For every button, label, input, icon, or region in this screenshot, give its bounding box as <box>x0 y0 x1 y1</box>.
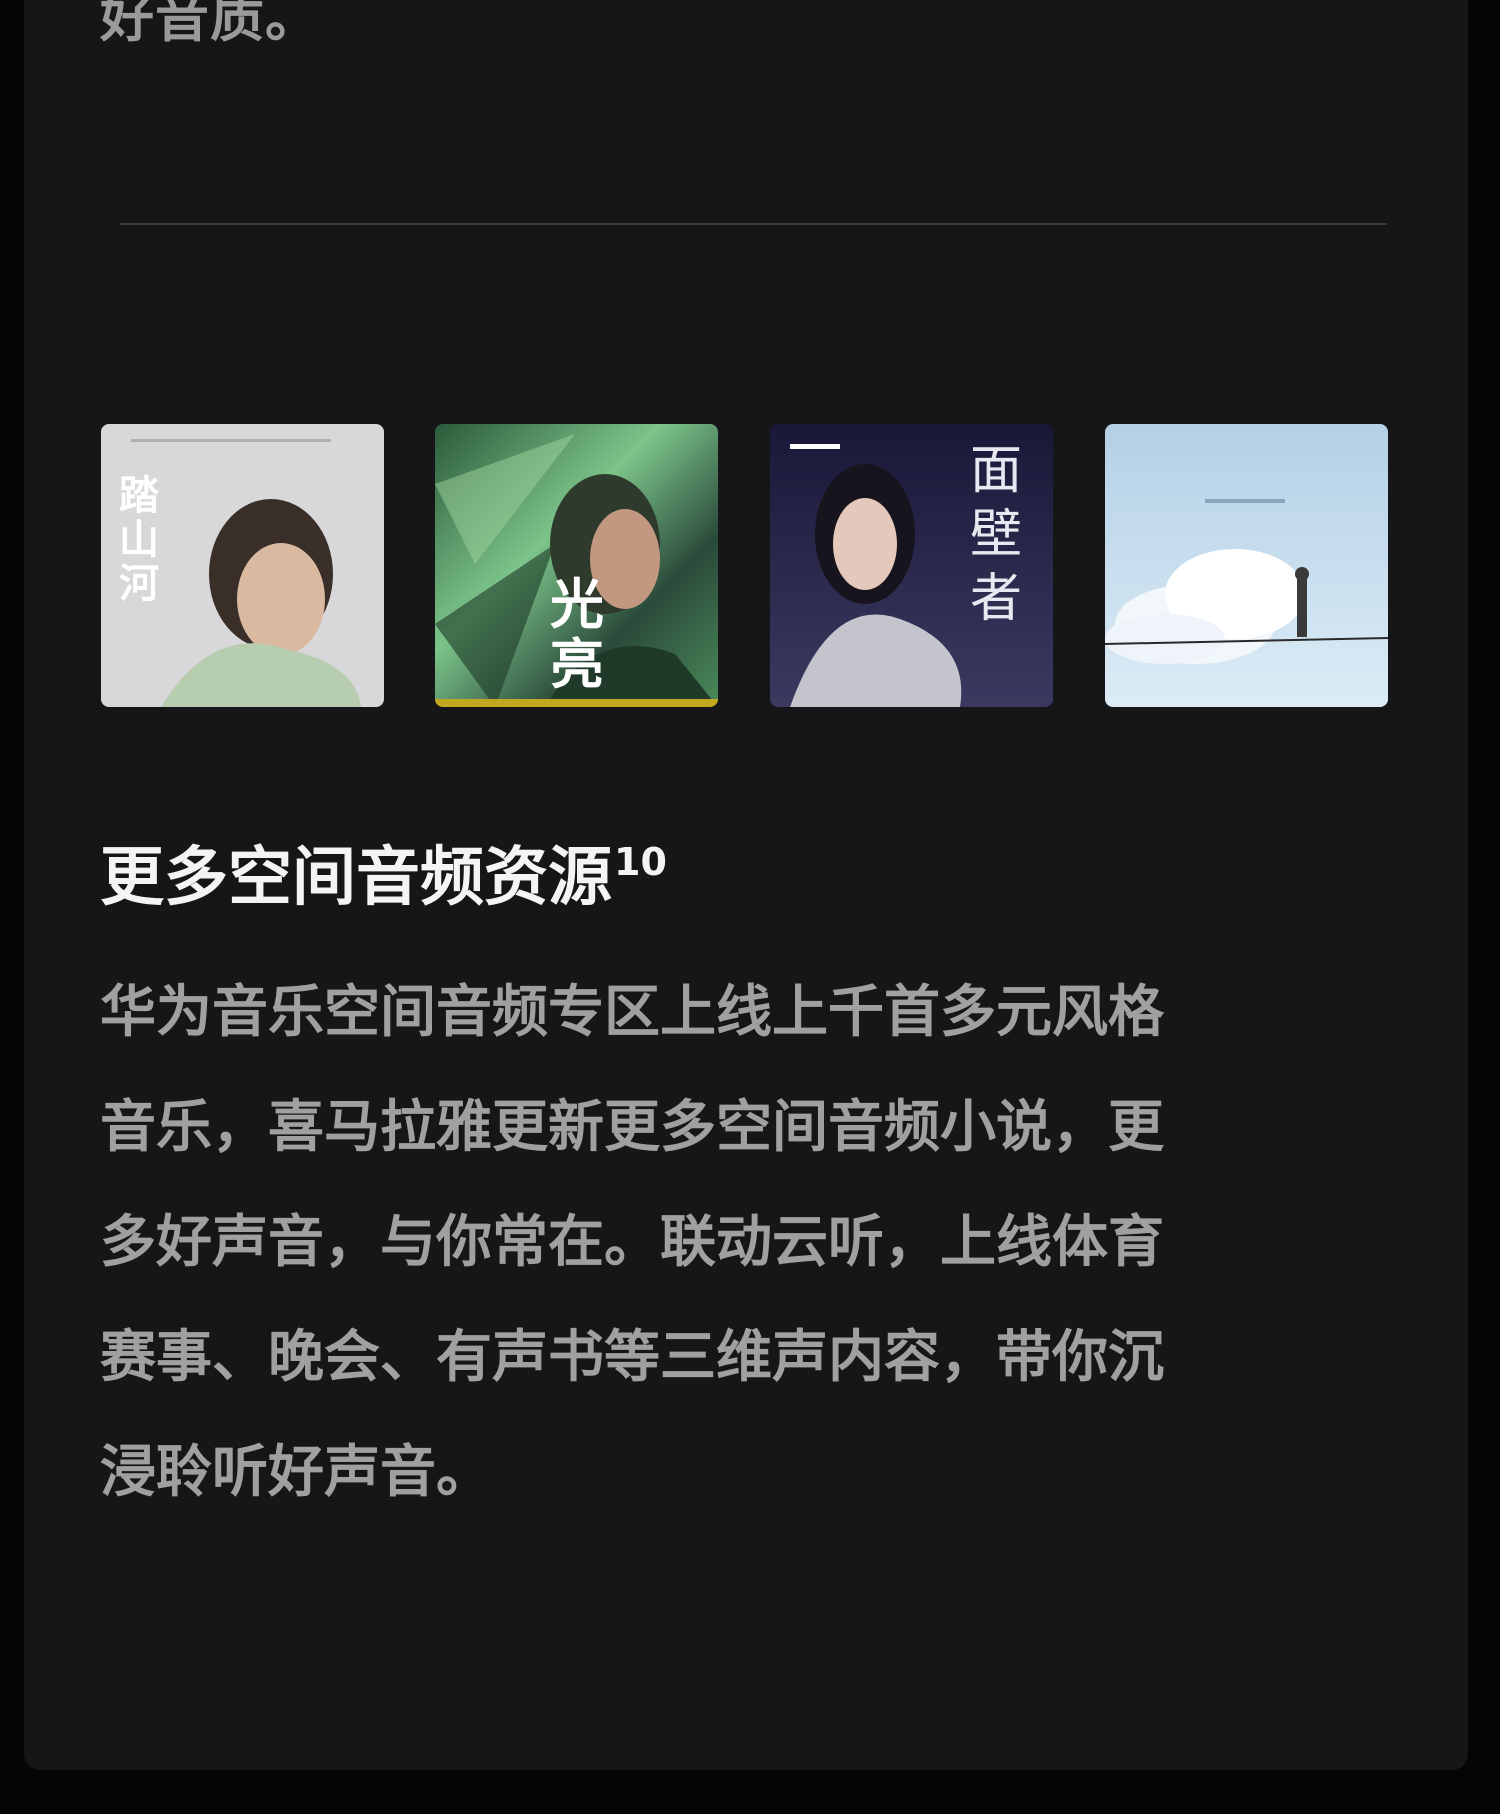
section-body: 华为音乐空间音频专区上线上千首多元风格 音乐，喜马拉雅更新更多空间音频小说，更 … <box>100 955 1340 1530</box>
body-line: 赛事、晚会、有声书等三维声内容，带你沉 <box>100 1325 1164 1390</box>
body-line: 多好声音，与你常在。联动云听，上线体育 <box>100 1210 1164 1275</box>
intro-tail-text: 好音质。 <box>100 0 320 49</box>
album-cover-1[interactable]: 踏山河 <box>101 424 384 707</box>
content-card: 好音质。 踏山河 光亮 面壁者 更多空间音频资源10 华为音乐空间音频专区上线上… <box>24 0 1468 1770</box>
album-3-title: 面壁者 <box>970 441 1023 629</box>
body-line: 华为音乐空间音频专区上线上千首多元风格 <box>100 980 1164 1045</box>
body-line: 浸聆听好声音。 <box>100 1440 492 1505</box>
section-title-text: 更多空间音频资源 <box>100 841 612 915</box>
footnote-marker: 10 <box>614 840 667 884</box>
body-line: 音乐，喜马拉雅更新更多空间音频小说，更 <box>100 1095 1164 1160</box>
album-cover-2[interactable]: 光亮 <box>435 424 718 707</box>
album-1-title: 踏山河 <box>119 472 159 607</box>
album-cover-4[interactable] <box>1105 424 1388 707</box>
album-2-title: 光亮 <box>550 572 604 696</box>
section-title: 更多空间音频资源10 <box>100 822 667 918</box>
section-divider <box>120 223 1387 225</box>
album-cover-3[interactable]: 面壁者 <box>770 424 1053 707</box>
album-cover-4-art <box>1105 424 1388 707</box>
